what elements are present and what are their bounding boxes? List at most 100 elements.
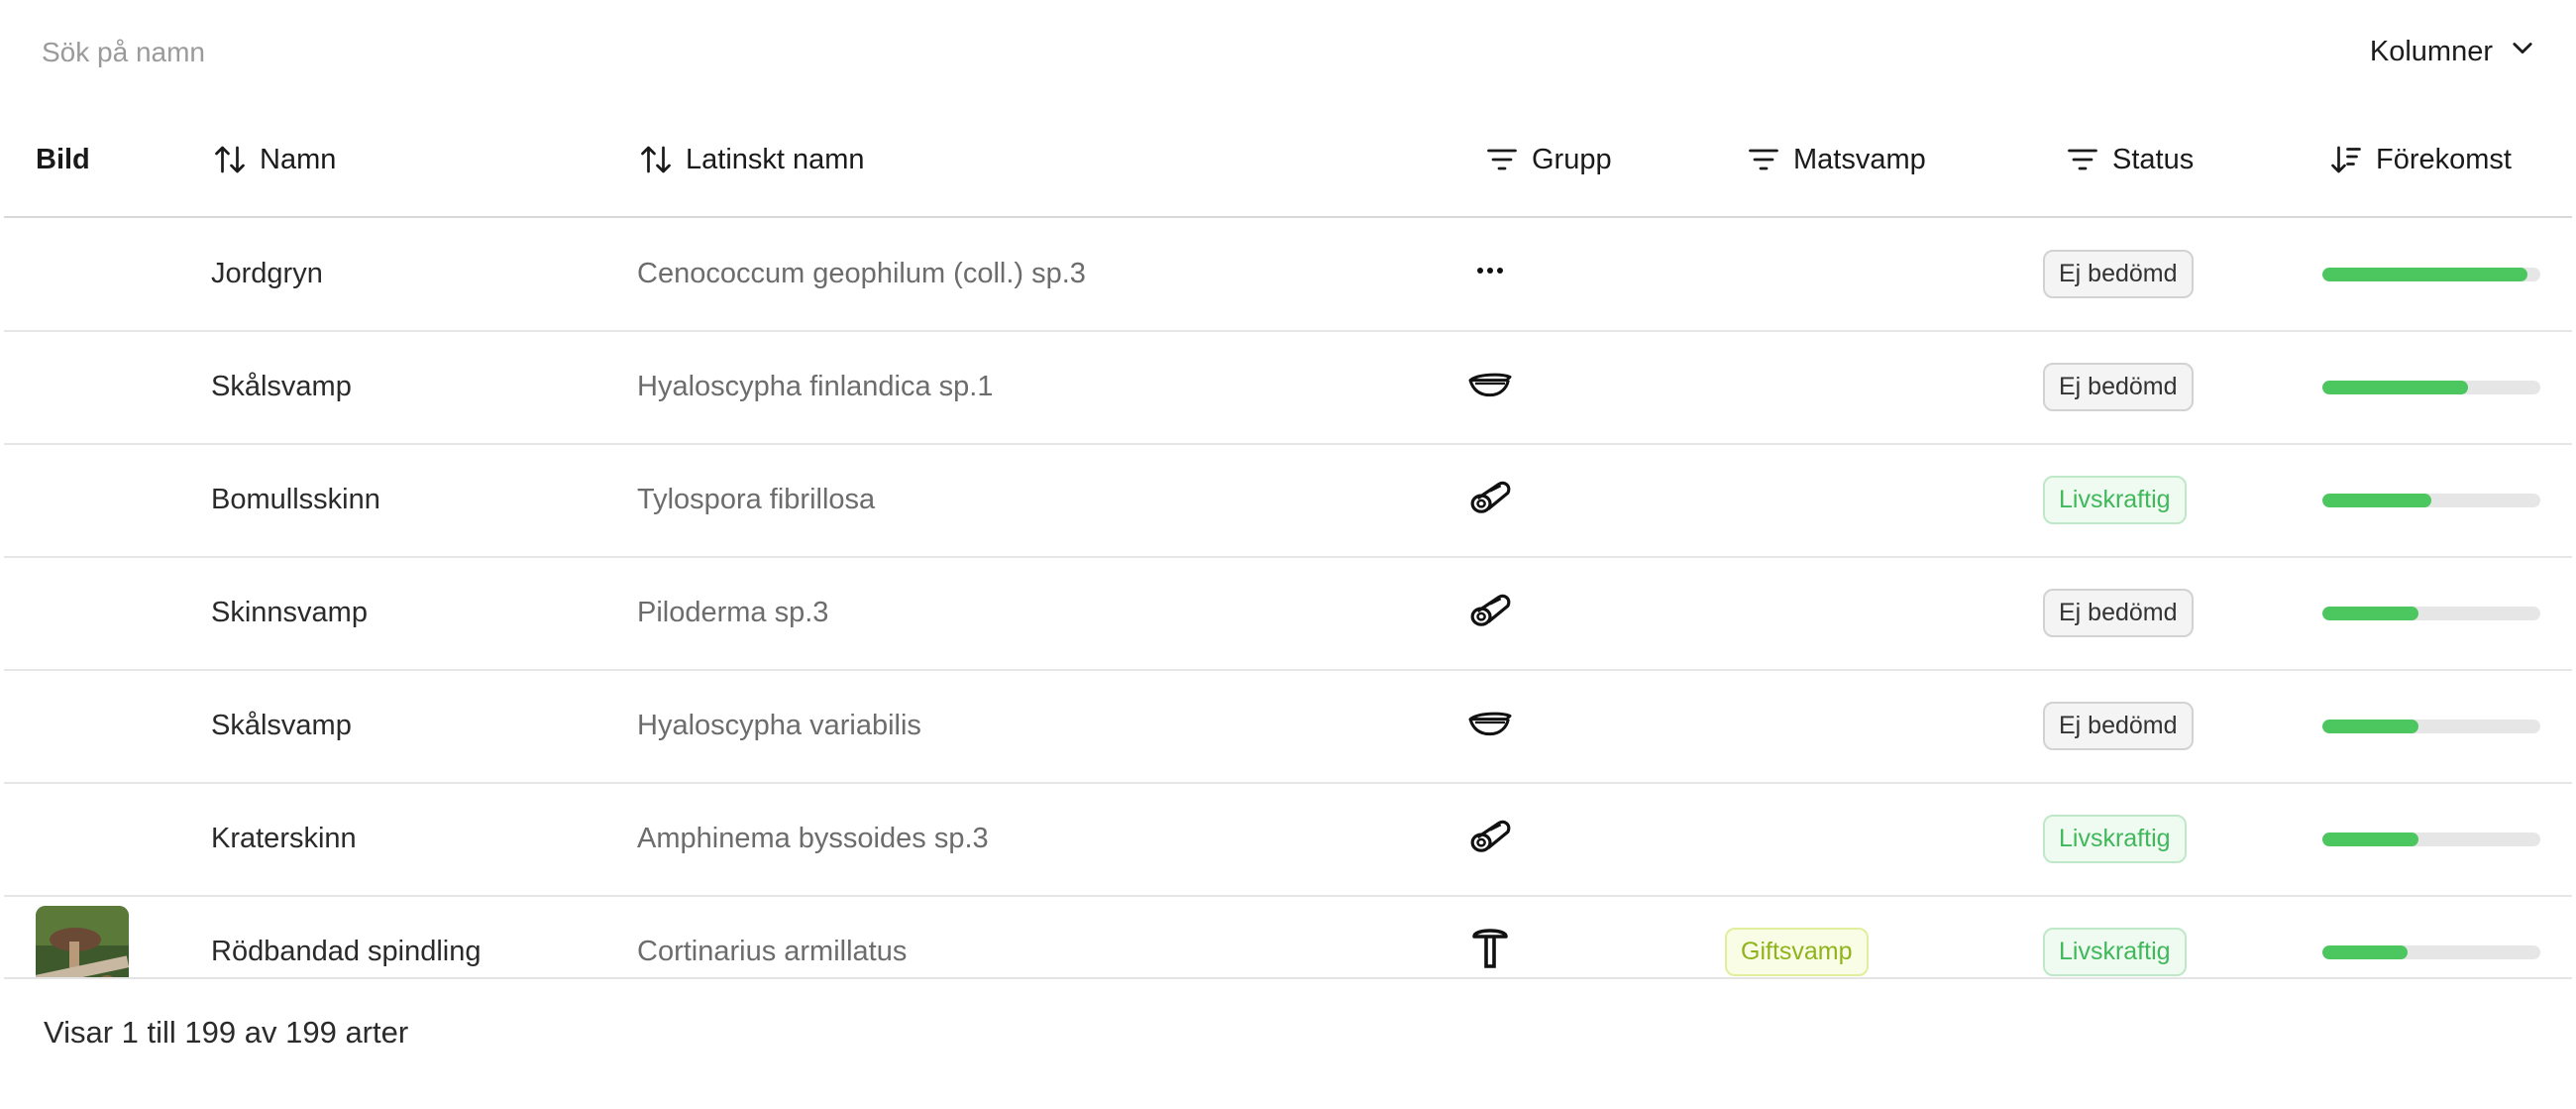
group-cell <box>1460 557 1520 669</box>
column-header-image-label: Bild <box>36 143 90 175</box>
column-header-group[interactable]: Grupp <box>1484 103 1612 216</box>
status-badge: Livskraftig <box>2043 928 2187 976</box>
species-latin-name: Hyaloscypha variabilis <box>637 710 921 741</box>
column-header-latin-label: Latinskt namn <box>686 143 865 175</box>
group-cell <box>1460 896 1520 978</box>
column-header-name-label: Namn <box>260 143 337 175</box>
occurrence-cell <box>2322 670 2540 782</box>
column-header-image: Bild <box>36 103 90 216</box>
table-row[interactable]: Bomullsskinn Tylospora fibrillosa Livskraf… <box>4 444 2572 558</box>
occurrence-bar <box>2322 606 2540 620</box>
species-latin-name: Amphinema byssoides sp.3 <box>637 823 989 854</box>
toolbar: Kolumner <box>0 0 2576 103</box>
occurrence-bar-fill <box>2322 944 2408 959</box>
table-row[interactable]: Rödbandad spindling Cortinarius armillatu… <box>4 896 2572 978</box>
log-crust-icon <box>1465 475 1515 526</box>
occurrence-bar <box>2322 832 2540 846</box>
table-row[interactable]: Skinnsvamp Piloderma sp.3 Ej bedömd <box>4 557 2572 671</box>
occurrence-bar-fill <box>2322 267 2527 281</box>
status-cell: Ej bedömd <box>2043 557 2194 669</box>
species-latin-name: Cenococcum geophilum (coll.) sp.3 <box>637 258 1086 289</box>
edible-cell: Giftsvamp <box>1725 896 1869 977</box>
column-header-occurrence-label: Förekomst <box>2376 143 2512 175</box>
status-cell: Livskraftig <box>2043 444 2187 556</box>
chevron-down-icon <box>2509 34 2536 69</box>
filter-icon <box>2065 142 2100 177</box>
occurrence-cell <box>2322 896 2540 977</box>
species-table: Bild Namn Latinskt namn Grupp Matsvamp S… <box>4 103 2572 979</box>
column-header-edible[interactable]: Matsvamp <box>1746 103 1926 216</box>
species-latin-name: Cortinarius armillatus <box>637 936 908 967</box>
occurrence-cell <box>2322 783 2540 895</box>
cup-fungus-icon <box>1465 364 1515 411</box>
occurrence-cell <box>2322 444 2540 556</box>
occurrence-bar <box>2322 493 2540 507</box>
species-latin-name: Hyaloscypha finlandica sp.1 <box>637 371 994 402</box>
search-input[interactable] <box>40 28 638 77</box>
more-dots-icon <box>1470 251 1510 298</box>
table-header: Bild Namn Latinskt namn Grupp Matsvamp S… <box>4 103 2572 218</box>
group-cell <box>1460 783 1520 895</box>
status-cell: Ej bedömd <box>2043 331 2194 443</box>
species-name: Jordgryn <box>211 258 323 289</box>
occurrence-bar-fill <box>2322 493 2431 507</box>
occurrence-bar-fill <box>2322 832 2418 846</box>
log-crust-icon <box>1465 814 1515 865</box>
species-name: Rödbandad spindling <box>211 936 482 967</box>
column-header-status-label: Status <box>2112 143 2195 175</box>
group-cell <box>1460 670 1520 782</box>
filter-icon <box>1484 142 1520 177</box>
species-latin-name: Piloderma sp.3 <box>637 597 829 628</box>
edibility-badge: Giftsvamp <box>1725 928 1869 976</box>
sort-descending-icon <box>2328 142 2364 177</box>
status-cell: Livskraftig <box>2043 783 2187 895</box>
species-name: Skinnsvamp <box>211 597 368 628</box>
column-header-status[interactable]: Status <box>2065 103 2194 216</box>
status-cell: Livskraftig <box>2043 896 2187 977</box>
species-name: Skålsvamp <box>211 371 352 402</box>
occurrence-bar <box>2322 380 2540 394</box>
species-name: Bomullsskinn <box>211 484 380 515</box>
status-badge: Ej bedömd <box>2043 363 2194 411</box>
column-header-occurrence[interactable]: Förekomst <box>2328 103 2512 216</box>
status-badge: Ej bedömd <box>2043 702 2194 750</box>
columns-button-label: Kolumner <box>2369 35 2493 67</box>
column-header-latin[interactable]: Latinskt namn <box>638 103 865 216</box>
column-header-name[interactable]: Namn <box>212 103 336 216</box>
filter-icon <box>1746 142 1781 177</box>
occurrence-bar-fill <box>2322 380 2469 394</box>
results-summary: Visar 1 till 199 av 199 arter <box>44 1015 409 1050</box>
group-cell <box>1460 444 1520 556</box>
table-row[interactable]: Jordgryn Cenococcum geophilum (coll.) sp.… <box>4 218 2572 332</box>
group-cell <box>1460 331 1520 443</box>
occurrence-cell <box>2322 557 2540 669</box>
sort-arrows-icon <box>212 142 248 177</box>
species-thumbnail[interactable] <box>36 906 129 977</box>
column-header-edible-label: Matsvamp <box>1793 143 1926 175</box>
status-cell: Ej bedömd <box>2043 218 2194 330</box>
status-badge: Livskraftig <box>2043 476 2187 524</box>
species-name: Kraterskinn <box>211 823 357 854</box>
occurrence-cell <box>2322 218 2540 330</box>
cup-fungus-icon <box>1465 703 1515 750</box>
occurrence-bar <box>2322 944 2540 959</box>
status-badge: Livskraftig <box>2043 815 2187 863</box>
table-row[interactable]: Kraterskinn Amphinema byssoides sp.3 Livsk… <box>4 783 2572 897</box>
species-name: Skålsvamp <box>211 710 352 741</box>
cap-mushroom-icon <box>1470 925 1510 978</box>
occurrence-bar <box>2322 719 2540 733</box>
occurrence-bar <box>2322 267 2540 281</box>
table-row[interactable]: Skålsvamp Hyaloscypha variabilis Ej bedömd <box>4 670 2572 784</box>
species-latin-name: Tylospora fibrillosa <box>637 484 876 515</box>
occurrence-cell <box>2322 331 2540 443</box>
sort-arrows-icon <box>638 142 674 177</box>
status-badge: Ej bedömd <box>2043 589 2194 637</box>
occurrence-bar-fill <box>2322 606 2418 620</box>
table-row[interactable]: Skålsvamp Hyaloscypha finlandica sp.1 Ej b… <box>4 331 2572 445</box>
column-header-group-label: Grupp <box>1532 143 1612 175</box>
status-badge: Ej bedömd <box>2043 250 2194 298</box>
group-cell <box>1460 218 1520 330</box>
columns-button[interactable]: Kolumner <box>2370 26 2536 77</box>
occurrence-bar-fill <box>2322 719 2418 733</box>
log-crust-icon <box>1465 588 1515 639</box>
